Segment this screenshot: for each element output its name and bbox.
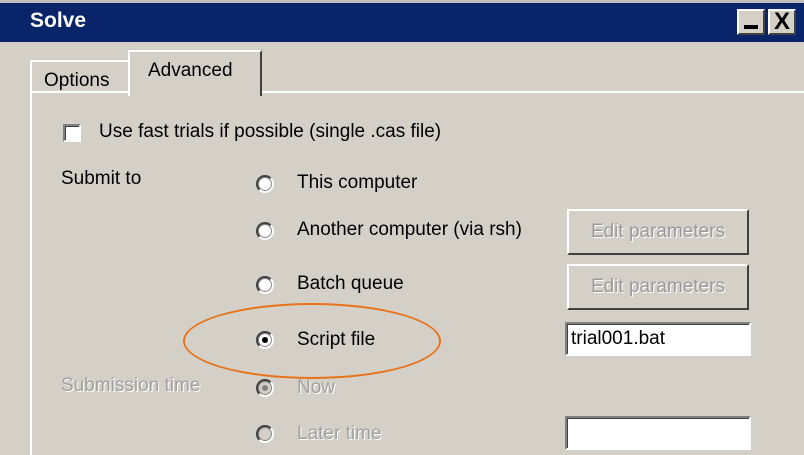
radio-script-file-label[interactable]: Script file xyxy=(297,329,375,351)
later-time-input[interactable] xyxy=(565,416,751,450)
tab-advanced-label: Advanced xyxy=(148,60,233,81)
tab-advanced[interactable]: Advanced xyxy=(128,50,262,96)
radio-script-file[interactable] xyxy=(256,331,274,349)
submission-time-label: Submission time xyxy=(61,375,201,396)
title-bar[interactable]: Solve X xyxy=(0,0,804,42)
close-button[interactable]: X xyxy=(768,9,796,35)
close-icon: X xyxy=(773,8,790,35)
submit-to-label: Submit to xyxy=(61,168,142,189)
solve-dialog: Solve X Options Advanced Use fast trials… xyxy=(0,0,804,455)
radio-now-label[interactable]: Now xyxy=(297,377,335,399)
radio-another-computer[interactable] xyxy=(256,222,274,240)
edit-parameters-rsh-label: Edit parameters xyxy=(590,221,726,242)
tab-options-label: Options xyxy=(44,70,110,91)
radio-batch-queue[interactable] xyxy=(256,276,274,294)
radio-batch-queue-label[interactable]: Batch queue xyxy=(297,273,404,295)
fast-trials-label: Use fast trials if possible (single .cas… xyxy=(99,121,442,142)
tab-strip: Options Advanced xyxy=(0,42,804,96)
edit-parameters-rsh-button[interactable]: Edit parameters xyxy=(567,209,749,255)
radio-later-time[interactable] xyxy=(256,425,274,443)
radio-selected-dot xyxy=(262,385,268,391)
edit-parameters-batch-label: Edit parameters xyxy=(590,276,726,297)
radio-later-time-label[interactable]: Later time xyxy=(297,423,381,445)
window-title: Solve xyxy=(30,9,87,32)
radio-another-computer-label[interactable]: Another computer (via rsh) xyxy=(297,219,522,241)
fast-trials-checkbox[interactable] xyxy=(63,124,81,142)
edit-parameters-batch-button[interactable]: Edit parameters xyxy=(567,264,749,310)
radio-this-computer[interactable] xyxy=(256,175,274,193)
tab-panel-border-left xyxy=(30,91,32,455)
minimize-button[interactable] xyxy=(737,9,765,35)
radio-selected-dot xyxy=(262,337,268,343)
radio-this-computer-label[interactable]: This computer xyxy=(297,172,417,194)
tab-options[interactable]: Options xyxy=(30,60,130,92)
script-file-input[interactable]: trial001.bat xyxy=(565,322,751,356)
radio-now[interactable] xyxy=(256,379,274,397)
minimize-icon xyxy=(744,25,758,29)
